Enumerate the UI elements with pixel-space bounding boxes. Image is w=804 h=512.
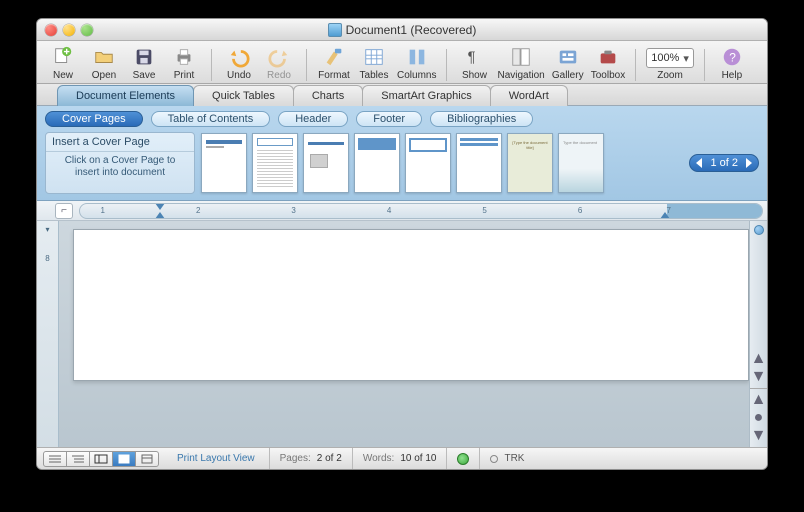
app-window: Document1 (Recovered) New Open Save Prin… (36, 18, 768, 470)
draft-view-button[interactable] (43, 451, 67, 467)
tables-icon (360, 45, 388, 69)
undo-icon (225, 45, 253, 69)
gallery-button[interactable]: Gallery (551, 45, 585, 81)
main-toolbar: New Open Save Print Undo Redo Format (37, 41, 767, 84)
cover-thumb[interactable] (303, 133, 349, 193)
indent-marker-bottom[interactable] (155, 212, 165, 219)
save-icon (130, 45, 158, 69)
insert-cover-page-box: Insert a Cover Page Click on a Cover Pag… (45, 132, 195, 194)
subtab-bibliographies[interactable]: Bibliographies (430, 111, 533, 127)
document-page[interactable] (73, 229, 749, 381)
print-icon (170, 45, 198, 69)
outline-view-button[interactable] (66, 451, 90, 467)
insert-desc: Click on a Cover Page to insert into doc… (46, 152, 194, 182)
pager-text: 1 of 2 (710, 157, 738, 169)
tab-document-elements[interactable]: Document Elements (57, 85, 194, 106)
subtab-header[interactable]: Header (278, 111, 348, 127)
tab-wordart[interactable]: WordArt (490, 85, 568, 106)
subtab-footer[interactable]: Footer (356, 111, 422, 127)
tab-selector[interactable]: ⌐ (55, 203, 73, 219)
scroll-down-icon[interactable]: ▼ (752, 370, 766, 384)
new-button[interactable]: New (45, 45, 81, 81)
view-label: Print Layout View (177, 453, 255, 464)
horizontal-ruler[interactable]: 1 2 3 4 5 6 7 (79, 203, 763, 219)
tab-smartart[interactable]: SmartArt Graphics (362, 85, 490, 106)
show-button[interactable]: ¶ Show (457, 45, 491, 81)
ruler-bar: ⌐ 1 2 3 4 5 6 7 (37, 201, 767, 221)
format-button[interactable]: Format (317, 45, 351, 81)
navigation-button[interactable]: Navigation (497, 45, 544, 81)
window-title: Document1 (Recovered) (346, 23, 477, 37)
open-icon (90, 45, 118, 69)
gallery-pager: 1 of 2 (689, 154, 759, 172)
svg-text:¶: ¶ (468, 50, 476, 66)
gallery-icon (554, 45, 582, 69)
toolbox-icon (594, 45, 622, 69)
help-icon: ? (718, 45, 746, 69)
undo-button[interactable]: Undo (222, 45, 256, 81)
redo-icon (265, 45, 293, 69)
notebook-view-button[interactable] (135, 451, 159, 467)
columns-button[interactable]: Columns (397, 45, 436, 81)
tab-quick-tables[interactable]: Quick Tables (193, 85, 294, 106)
cover-thumb[interactable] (456, 133, 502, 193)
save-button[interactable]: Save (127, 45, 161, 81)
print-button[interactable]: Print (167, 45, 201, 81)
show-icon: ¶ (460, 45, 488, 69)
chevron-down-icon: ▾ (683, 52, 689, 65)
element-tabs: Document Elements Quick Tables Charts Sm… (37, 84, 767, 106)
spell-check-icon[interactable] (457, 453, 469, 465)
next-page-icon[interactable]: ▼ (752, 429, 766, 443)
scroll-thumb[interactable] (754, 225, 764, 235)
titlebar: Document1 (Recovered) (37, 19, 767, 41)
navigation-icon (507, 45, 535, 69)
vertical-scrollbar[interactable]: ▲ ▼ ▲ ● ▼ (749, 221, 767, 447)
insert-title: Insert a Cover Page (46, 133, 194, 152)
cover-thumb[interactable]: [Type the document title] (507, 133, 553, 193)
cover-thumb[interactable] (201, 133, 247, 193)
pager-next[interactable] (746, 158, 752, 168)
subtab-toc[interactable]: Table of Contents (151, 111, 271, 127)
status-bar: Print Layout View Pages: 2 of 2 Words: 1… (37, 447, 767, 469)
zoom-control[interactable]: 100%▾ Zoom (646, 48, 694, 81)
format-icon (320, 45, 348, 69)
scroll-up-icon[interactable]: ▲ (752, 352, 766, 366)
right-indent-marker[interactable] (660, 212, 670, 219)
vertical-ruler[interactable]: ▾ 8 (37, 221, 59, 447)
trk-label: TRK (504, 453, 524, 464)
indent-marker-top[interactable] (155, 203, 165, 210)
words-value: 10 of 10 (400, 453, 436, 464)
tables-button[interactable]: Tables (357, 45, 391, 81)
tab-charts[interactable]: Charts (293, 85, 363, 106)
redo-button[interactable]: Redo (262, 45, 296, 81)
help-button[interactable]: ? Help (715, 45, 749, 81)
new-icon (45, 45, 81, 69)
document-area: ▾ 8 ▲ ▼ ▲ ● ▼ (37, 221, 767, 447)
toolbox-button[interactable]: Toolbox (591, 45, 625, 81)
cover-thumb[interactable] (405, 133, 451, 193)
document-elements-panel: Cover Pages Table of Contents Header Foo… (37, 106, 767, 201)
prev-page-icon[interactable]: ▲ (752, 393, 766, 407)
pages-value: 2 of 2 (317, 453, 342, 464)
document-icon (328, 23, 342, 37)
publishing-view-button[interactable] (89, 451, 113, 467)
cover-thumb[interactable] (252, 133, 298, 193)
open-button[interactable]: Open (87, 45, 121, 81)
cover-thumb[interactable] (354, 133, 400, 193)
browse-object-icon[interactable]: ● (752, 411, 766, 425)
svg-text:?: ? (729, 51, 736, 65)
columns-icon (403, 45, 431, 69)
view-buttons (43, 451, 159, 467)
print-layout-view-button[interactable] (112, 451, 136, 467)
pager-prev[interactable] (696, 158, 702, 168)
track-changes-icon[interactable] (490, 455, 498, 463)
subtab-cover-pages[interactable]: Cover Pages (45, 111, 143, 127)
cover-thumb[interactable]: Type the document (558, 133, 604, 193)
cover-page-thumbnails: [Type the document title] Type the docum… (201, 133, 604, 193)
